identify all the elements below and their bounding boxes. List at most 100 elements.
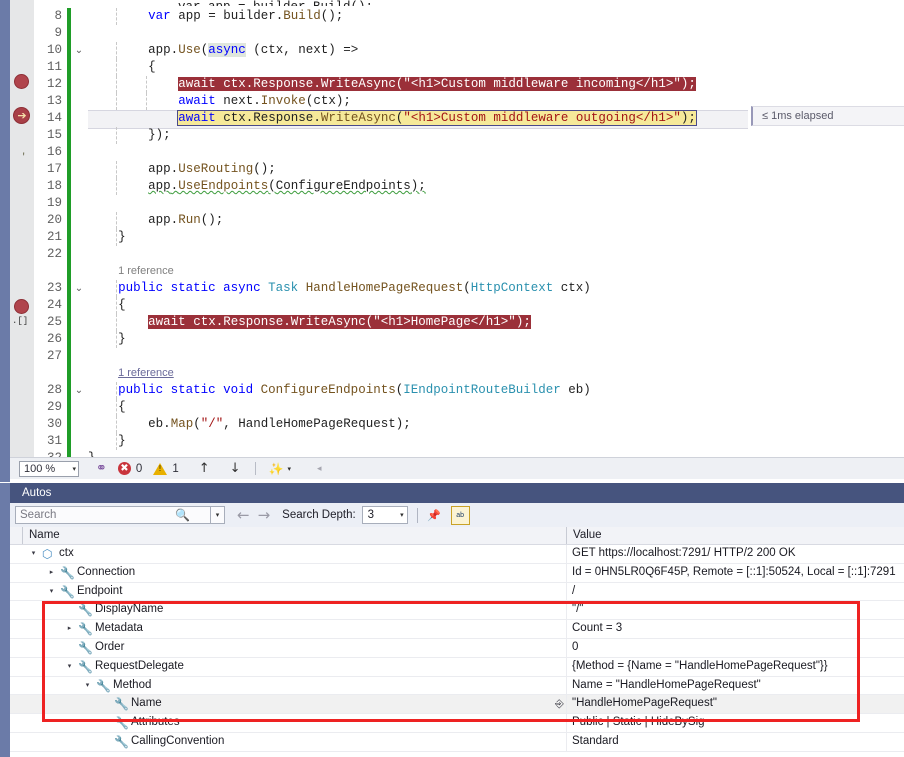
variable-value[interactable]: {Method = {Name = "HandleHomePageRequest… bbox=[572, 658, 828, 676]
line-number: 8 bbox=[34, 8, 62, 25]
code-cleanup-icon[interactable]: ✨ bbox=[269, 462, 284, 476]
change-bar bbox=[67, 399, 71, 416]
line-number: 31 bbox=[34, 433, 62, 450]
prev-issue-button[interactable]: ↑ bbox=[199, 461, 210, 476]
line-number: 26 bbox=[34, 331, 62, 348]
variable-value[interactable]: Id = 0HN5LR0Q6F45P, Remote = [::1]:50524… bbox=[572, 564, 896, 582]
code-row[interactable]: 23⌄public static async Task HandleHomePa… bbox=[10, 280, 904, 297]
code-row[interactable]: 21} bbox=[10, 229, 904, 246]
variable-value[interactable]: "/" bbox=[572, 601, 583, 619]
breakpoint-icon-line12[interactable] bbox=[14, 74, 29, 89]
code-row[interactable]: 18app.UseEndpoints(ConfigureEndpoints); bbox=[10, 178, 904, 195]
indent-guide bbox=[146, 93, 147, 110]
breakpoint-current-statement-icon-line14[interactable]: ➔ bbox=[13, 107, 30, 124]
next-issue-button[interactable]: ↓ bbox=[230, 461, 241, 476]
code-row[interactable]: 29{ bbox=[10, 399, 904, 416]
codelens-reference-count[interactable]: 1 reference bbox=[118, 263, 174, 280]
code-row[interactable]: 16 bbox=[10, 144, 904, 161]
variable-value[interactable]: "HandleHomePageRequest" bbox=[572, 695, 717, 713]
change-bar bbox=[67, 212, 71, 229]
code-row[interactable]: 26} bbox=[10, 331, 904, 348]
variable-value[interactable]: Count = 3 bbox=[572, 620, 622, 638]
table-row[interactable]: ▾🔧MethodName = "HandleHomePageRequest" bbox=[10, 677, 904, 696]
warning-count-indicator[interactable]: 1 bbox=[153, 463, 178, 475]
intellicode-icon-button[interactable]: ⚭ bbox=[90, 461, 107, 476]
expander-collapse-icon[interactable]: ▾ bbox=[28, 545, 39, 563]
variable-value[interactable]: / bbox=[572, 583, 575, 601]
code-editor[interactable]: var app = builder.Build(); 8var app = bu… bbox=[10, 0, 904, 457]
variable-value[interactable]: Public | Static | HideBySig bbox=[572, 714, 705, 732]
code-row[interactable]: 8var app = builder.Build(); bbox=[10, 8, 904, 25]
table-row[interactable]: 🔧AttributesPublic | Static | HideBySig bbox=[10, 714, 904, 733]
code-row[interactable]: 20app.Run(); bbox=[10, 212, 904, 229]
table-row[interactable]: 🔧DisplayName"/" bbox=[10, 601, 904, 620]
search-prev-button[interactable]: ← bbox=[237, 508, 250, 523]
object-icon: ⬡ bbox=[42, 548, 56, 560]
indent-guide bbox=[116, 42, 117, 59]
fold-chevron-icon[interactable]: ⌄ bbox=[73, 280, 85, 297]
codelens-reference-count[interactable]: 1 reference bbox=[118, 365, 174, 382]
fold-chevron-icon[interactable]: ⌄ bbox=[73, 382, 85, 399]
table-row[interactable]: 🔧CallingConventionStandard bbox=[10, 733, 904, 752]
line-number: 32 bbox=[34, 450, 62, 457]
left-dock-strip-autos bbox=[0, 483, 10, 757]
expander-expand-icon[interactable]: ▸ bbox=[46, 564, 57, 582]
change-bar bbox=[67, 76, 71, 93]
search-depth-combobox[interactable]: 3 ▾ bbox=[362, 506, 408, 524]
table-row[interactable]: ▾⬡ctxGET https://localhost:7291/ HTTP/2 … bbox=[10, 545, 904, 564]
variable-value[interactable]: GET https://localhost:7291/ HTTP/2 200 O… bbox=[572, 545, 796, 563]
table-row[interactable]: 🔧Order0 bbox=[10, 639, 904, 658]
code-row[interactable]: 10⌄app.Use(async (ctx, next) => bbox=[10, 42, 904, 59]
table-row[interactable]: ▸🔧MetadataCount = 3 bbox=[10, 620, 904, 639]
zoom-level-combobox[interactable]: 100 % ▾ bbox=[19, 461, 79, 477]
pin-icon[interactable]: ⎆ bbox=[555, 698, 564, 710]
expander-expand-icon[interactable]: ▸ bbox=[64, 620, 75, 638]
code-row[interactable]: 11{ bbox=[10, 59, 904, 76]
code-row[interactable]: 22 bbox=[10, 246, 904, 263]
error-count-indicator[interactable]: ✖ 0 bbox=[118, 462, 142, 475]
code-row[interactable]: 28⌄public static void ConfigureEndpoints… bbox=[10, 382, 904, 399]
search-input[interactable]: Search 🔍 bbox=[15, 506, 211, 524]
code-row[interactable]: 25await ctx.Response.WriteAsync("<h1>Hom… bbox=[10, 314, 904, 331]
code-row[interactable]: 32} bbox=[10, 450, 904, 457]
variable-value[interactable]: Name = "HandleHomePageRequest" bbox=[572, 677, 761, 695]
code-row[interactable]: 15}); bbox=[10, 127, 904, 144]
code-row[interactable]: 12await ctx.Response.WriteAsync("<h1>Cus… bbox=[10, 76, 904, 93]
code-row[interactable]: 9 bbox=[10, 25, 904, 42]
wrench-icon: 🔧 bbox=[78, 660, 92, 674]
line-number: 19 bbox=[34, 195, 62, 212]
table-row[interactable]: ▸🔧ConnectionId = 0HN5LR0Q6F45P, Remote =… bbox=[10, 564, 904, 583]
code-row[interactable]: 27 bbox=[10, 348, 904, 365]
table-row[interactable]: ▾🔧RequestDelegate{Method = {Name = "Hand… bbox=[10, 658, 904, 677]
search-options-dropdown[interactable]: ▾ bbox=[211, 506, 225, 524]
column-header-name[interactable]: Name bbox=[22, 527, 566, 544]
expander-collapse-icon[interactable]: ▾ bbox=[82, 677, 93, 695]
code-row[interactable]: 31} bbox=[10, 433, 904, 450]
code-cleanup-chevron-icon[interactable]: ▾ bbox=[287, 465, 291, 473]
column-header-value[interactable]: Value bbox=[566, 527, 904, 544]
search-icon[interactable]: 🔍 bbox=[175, 508, 190, 522]
variable-value[interactable]: 0 bbox=[572, 639, 578, 657]
fold-chevron-icon[interactable]: ⌄ bbox=[73, 42, 85, 59]
breakpoint-icon-line25[interactable] bbox=[14, 299, 29, 314]
gutter-marker-bookmark: ' bbox=[21, 152, 26, 162]
variable-name: DisplayName bbox=[95, 601, 163, 619]
line-number: 16 bbox=[34, 144, 62, 161]
table-row[interactable]: 🔧Name⎆"HandleHomePageRequest" bbox=[10, 695, 904, 714]
code-row[interactable]: 17app.UseRouting(); bbox=[10, 161, 904, 178]
hexadecimal-display-toggle[interactable]: ab bbox=[451, 506, 470, 525]
chevron-down-icon: ▾ bbox=[216, 511, 220, 519]
expander-collapse-icon[interactable]: ▾ bbox=[46, 583, 57, 601]
pin-icon-button[interactable]: 📌 bbox=[426, 507, 443, 524]
code-text: app.UseRouting(); bbox=[148, 161, 276, 178]
variable-value[interactable]: Standard bbox=[572, 733, 619, 751]
code-row[interactable]: 30eb.Map("/", HandleHomePageRequest); bbox=[10, 416, 904, 433]
collapse-chevron-icon[interactable]: ◂ bbox=[317, 464, 322, 474]
zoom-level-value: 100 % bbox=[24, 463, 55, 475]
expander-collapse-icon[interactable]: ▾ bbox=[64, 658, 75, 676]
table-row[interactable]: ▾🔧Endpoint/ bbox=[10, 583, 904, 602]
search-next-button[interactable]: → bbox=[258, 508, 271, 523]
code-row[interactable]: 19 bbox=[10, 195, 904, 212]
code-row[interactable]: 24{ bbox=[10, 297, 904, 314]
wrench-icon: 🔧 bbox=[114, 735, 128, 749]
